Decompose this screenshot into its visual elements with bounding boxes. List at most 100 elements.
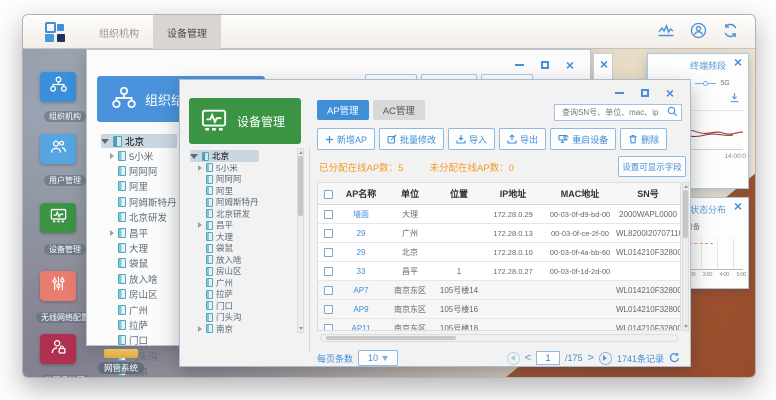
sidebar-item-admins[interactable] — [40, 334, 76, 364]
tree-node[interactable]: 5小米 — [198, 162, 259, 174]
minimize-icon[interactable] — [615, 92, 624, 94]
row-checkbox[interactable] — [318, 209, 338, 218]
cell-ap-name[interactable]: 29 — [338, 248, 384, 257]
maximize-icon[interactable] — [641, 89, 649, 97]
yellow-button[interactable] — [104, 349, 138, 358]
tree-node-root[interactable]: 北京 — [101, 134, 177, 148]
tree-node[interactable]: 昌平 — [110, 225, 177, 240]
tree-node[interactable]: 门口 — [110, 333, 177, 348]
table-row[interactable]: AP7 南京东区 105号楼14 WL014210F328000 — [318, 281, 680, 300]
tree-node[interactable]: 门口 — [198, 300, 259, 312]
tree-node[interactable]: 阿姆斯特丹 — [198, 197, 259, 209]
expander-closed-icon[interactable] — [110, 230, 114, 236]
tree-node[interactable]: 阿里 — [110, 179, 177, 194]
tree-node[interactable]: 拉萨 — [198, 289, 259, 301]
scrollbar-thumb[interactable] — [298, 156, 303, 216]
row-checkbox[interactable] — [318, 247, 338, 256]
tree-node[interactable]: 阿里 — [198, 185, 259, 197]
add-ap-button[interactable]: 新增AP — [317, 128, 375, 150]
delete-button[interactable]: 删除 — [620, 128, 667, 150]
expander-closed-icon[interactable] — [198, 222, 202, 228]
page-size-select[interactable]: 10 — [358, 350, 398, 366]
sidebar-item-org[interactable] — [40, 72, 76, 102]
sidebar-item-wireless-config[interactable] — [40, 271, 76, 301]
scroll-up-icon[interactable] — [299, 151, 303, 154]
page-input[interactable]: 1 — [536, 351, 560, 365]
batch-edit-button[interactable]: 批量修改 — [379, 128, 444, 150]
tree-node[interactable]: 阿阿阿 — [110, 163, 177, 178]
tree-node[interactable]: 袋鼠 — [110, 256, 177, 271]
col-mac[interactable]: MAC地址 — [544, 187, 616, 200]
search-input[interactable] — [560, 107, 667, 118]
tree-node[interactable]: 南京 — [198, 323, 259, 335]
tree-node[interactable]: 房山区 — [110, 287, 177, 302]
table-row[interactable]: AP11 南京东区 105号楼18 WL014210F328000 — [318, 319, 680, 331]
first-page-button[interactable] — [507, 352, 520, 365]
close-icon[interactable]: × — [600, 59, 608, 69]
col-location[interactable]: 位置 — [436, 187, 482, 200]
minimize-icon[interactable] — [515, 64, 524, 66]
scrollbar-thumb[interactable] — [683, 190, 688, 238]
tab-org-structure[interactable]: 组织机构 — [85, 15, 153, 49]
tree-node[interactable]: 北京研发 — [110, 210, 177, 225]
tree-node[interactable]: 袋鼠 — [198, 243, 259, 255]
next-page-button[interactable]: > — [588, 353, 594, 363]
tree-node[interactable]: 拉萨 — [110, 317, 177, 332]
restart-device-button[interactable]: 重启设备 — [550, 128, 616, 150]
close-icon[interactable]: × — [734, 57, 742, 67]
search-icon[interactable] — [667, 104, 678, 122]
tree-node[interactable]: 门头沟 — [198, 312, 259, 324]
scrollbar-thumb[interactable] — [326, 336, 456, 340]
expander-open-icon[interactable] — [190, 154, 198, 159]
col-unit[interactable]: 单位 — [384, 187, 436, 200]
tree-node[interactable]: 大理 — [198, 231, 259, 243]
scroll-down-icon[interactable] — [684, 325, 688, 328]
close-icon[interactable]: × — [734, 201, 742, 211]
row-checkbox[interactable] — [318, 304, 338, 313]
sync-icon[interactable] — [722, 22, 739, 39]
import-button[interactable]: 导入 — [448, 128, 495, 150]
account-icon[interactable] — [690, 22, 707, 39]
configure-fields-button[interactable]: 设置可显示字段 — [618, 156, 686, 177]
tree-node[interactable]: 昌平 — [198, 220, 259, 232]
row-checkbox[interactable] — [318, 285, 338, 294]
scroll-up-icon[interactable] — [684, 185, 688, 188]
tree-node[interactable]: 5小米 — [110, 148, 177, 163]
prev-page-button[interactable]: < — [525, 353, 531, 363]
refresh-icon[interactable] — [669, 352, 680, 365]
close-icon[interactable]: × — [666, 88, 674, 98]
table-row[interactable]: AP9 南京东区 105号楼16 WL014210F328000 — [318, 300, 680, 319]
last-page-button[interactable] — [599, 352, 612, 365]
cell-ap-name[interactable]: AP7 — [338, 286, 384, 295]
export-button[interactable]: 导出 — [499, 128, 546, 150]
row-checkbox[interactable] — [318, 228, 338, 237]
tree-node[interactable]: 广州 — [110, 302, 177, 317]
col-ap-name[interactable]: AP名称 — [338, 187, 384, 200]
tree-node-root[interactable]: 北京 — [190, 150, 259, 162]
tree-node[interactable]: 房山区 — [198, 266, 259, 278]
tree-node[interactable]: 广州 — [198, 277, 259, 289]
tree-node[interactable]: 放入啥 — [198, 254, 259, 266]
row-checkbox[interactable] — [318, 323, 338, 331]
close-icon[interactable]: × — [566, 60, 574, 70]
expander-open-icon[interactable] — [101, 139, 109, 144]
maximize-icon[interactable] — [541, 61, 549, 69]
table-row[interactable]: 29 北京 172.28.0.10 00-03-0f-4a-bb-60 WL01… — [318, 243, 680, 262]
expander-closed-icon[interactable] — [198, 326, 202, 332]
col-sn[interactable]: SN号 — [616, 187, 680, 200]
table-row[interactable]: 墙面 大理 172.28.0.29 00-03-0f-d9-bd-00 2000… — [318, 205, 680, 224]
tree-node[interactable]: 阿姆斯特丹 — [110, 194, 177, 209]
table-row[interactable]: 29 广州 172.28.0.13 00-03-0f-ce-2f-00 WL82… — [318, 224, 680, 243]
download-icon[interactable] — [729, 90, 740, 108]
tab-ap-management[interactable]: AP管理 — [317, 100, 369, 120]
cell-ap-name[interactable]: AP11 — [338, 324, 384, 332]
expander-closed-icon[interactable] — [110, 153, 114, 159]
tree-node[interactable]: 大理 — [110, 240, 177, 255]
cell-ap-name[interactable]: 墙面 — [338, 209, 384, 220]
horizontal-scrollbar[interactable] — [320, 334, 678, 342]
tree-scrollbar[interactable] — [297, 148, 304, 333]
table-row[interactable]: 33 昌平 1 172.28.0.27 00-03-0f-1d-2d-00 — [318, 262, 680, 281]
cell-ap-name[interactable]: 33 — [338, 267, 384, 276]
tab-ac-management[interactable]: AC管理 — [373, 100, 425, 120]
table-scrollbar[interactable] — [682, 182, 689, 331]
